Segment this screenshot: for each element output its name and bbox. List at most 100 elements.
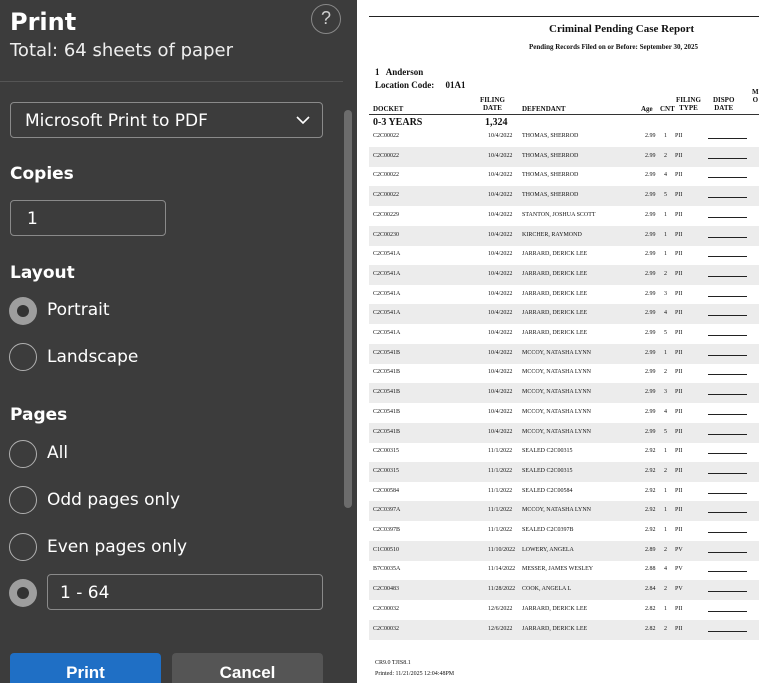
table-row: C2C0541A 10/4/2022 JARRARD, DERICK LEE 2.99… — [369, 304, 759, 325]
row-type: PII — [675, 211, 683, 218]
page-range-input[interactable]: 1 - 64 — [47, 574, 323, 610]
row-age: 2.82 — [645, 625, 656, 632]
row-date: 10/4/2022 — [488, 349, 513, 356]
header-filing-type-line2: TYPE — [679, 104, 698, 112]
location-heading: 1 Anderson — [375, 67, 423, 77]
row-defendant: MCCOY, NATASHA LYNN — [522, 507, 591, 514]
row-cnt: 1 — [664, 487, 667, 494]
row-age: 2.92 — [645, 527, 656, 533]
landscape-radio[interactable] — [9, 343, 37, 371]
table-row: C2C0541A 10/4/2022 JARRARD, DERICK LEE 2.99… — [369, 324, 759, 344]
dispo-date-blank-line — [708, 374, 747, 376]
odd-pages-label: Odd pages only — [47, 490, 181, 510]
row-cnt: 5 — [664, 192, 667, 199]
row-age: 2.99 — [645, 428, 656, 435]
header-next-line2: O — [752, 96, 759, 104]
printer-select[interactable]: Microsoft Print to PDF — [10, 102, 323, 138]
row-cnt: 2 — [664, 586, 667, 593]
row-cnt: 4 — [664, 310, 667, 317]
row-type: PII — [675, 251, 683, 258]
dispo-date-blank-line — [708, 275, 747, 277]
row-age: 2.92 — [645, 448, 656, 455]
row-date: 11/1/2022 — [488, 448, 513, 455]
table-row: C2C0397B 11/1/2022 SEALED C2C0397B 2.92 1 PII — [369, 521, 759, 541]
row-age: 2.92 — [645, 487, 656, 494]
row-cnt: 2 — [664, 152, 667, 159]
row-defendant: THOMAS, SHERROD — [522, 152, 579, 159]
row-type: PV — [675, 566, 683, 573]
row-type: PII — [675, 625, 683, 632]
row-defendant: COOK, ANGELA L — [522, 586, 572, 593]
even-pages-radio[interactable] — [9, 533, 37, 561]
row-age: 2.92 — [645, 467, 656, 474]
dispo-date-blank-line — [708, 551, 747, 553]
row-age: 2.99 — [645, 152, 656, 159]
row-docket: C1C00510 — [373, 546, 400, 553]
portrait-label: Portrait — [47, 300, 110, 320]
row-cnt: 5 — [664, 428, 667, 435]
table-row: C2C0541B 10/4/2022 MCCOY, NATASHA LYNN 2.99… — [369, 363, 759, 383]
row-date: 12/6/2022 — [488, 605, 513, 612]
row-docket: C2C0541A — [373, 251, 401, 258]
row-docket: C2C00229 — [373, 211, 400, 218]
row-type: PII — [675, 408, 683, 415]
table-row: C2C00315 11/1/2022 SEALED C2C00315 2.92 1 PII — [369, 442, 759, 462]
header-filing-type: FILING TYPE — [676, 96, 701, 112]
row-age: 2.99 — [645, 211, 656, 218]
divider — [0, 81, 343, 82]
copies-label: Copies — [10, 164, 74, 184]
row-age: 2.88 — [645, 566, 656, 573]
even-pages-label: Even pages only — [47, 537, 188, 557]
row-date: 10/4/2022 — [488, 408, 513, 415]
row-age: 2.99 — [645, 251, 656, 258]
dispo-date-blank-line — [708, 591, 747, 593]
dispo-date-blank-line — [708, 335, 747, 336]
row-defendant: KIRCHER, RAYMOND — [522, 231, 582, 238]
portrait-radio[interactable] — [9, 297, 37, 325]
row-defendant: MCCOY, NATASHA LYNN — [522, 408, 591, 415]
table-row: C2C00032 12/6/2022 JARRARD, DERICK LEE 2.82… — [369, 600, 759, 620]
header-age: Age — [641, 105, 653, 113]
dispo-date-blank-line — [708, 256, 747, 258]
row-type: PII — [675, 330, 683, 336]
row-type: PII — [675, 467, 683, 474]
cancel-button[interactable]: Cancel — [172, 653, 323, 683]
row-type: PII — [675, 349, 683, 356]
table-row: C2C00229 10/4/2022 STANTON, JOSHUA SCOTT 2.… — [369, 206, 759, 226]
printer-select-value: Microsoft Print to PDF — [25, 111, 208, 131]
row-cnt: 1 — [664, 507, 667, 514]
row-date: 11/1/2022 — [488, 507, 513, 514]
row-cnt: 2 — [664, 467, 667, 474]
row-date: 10/4/2022 — [488, 172, 513, 179]
row-docket: C2C0397B — [373, 527, 401, 533]
pages-all-radio[interactable] — [9, 440, 37, 468]
row-type: PII — [675, 448, 683, 455]
help-button[interactable]: ? — [311, 4, 341, 34]
dispo-date-blank-line — [708, 177, 747, 179]
print-button[interactable]: Print — [10, 653, 161, 683]
table-row: C2C0541A 10/4/2022 JARRARD, DERICK LEE 2.99… — [369, 245, 759, 265]
row-cnt: 1 — [664, 251, 667, 258]
row-cnt: 1 — [664, 527, 667, 533]
table-row: C2C0397A 11/1/2022 MCCOY, NATASHA LYNN 2.92… — [369, 501, 759, 522]
row-docket: C2C0541A — [373, 310, 401, 317]
panel-scrollbar-thumb[interactable] — [344, 110, 352, 508]
row-cnt: 2 — [664, 270, 667, 277]
header-filing-date-line1: FILING — [480, 96, 505, 104]
row-age: 2.99 — [645, 330, 656, 336]
page-range-value: 1 - 64 — [60, 583, 110, 603]
page-range-radio[interactable] — [9, 579, 37, 607]
panel-title: Print — [10, 8, 77, 36]
row-type: PII — [675, 133, 683, 139]
row-date: 11/1/2022 — [488, 487, 513, 494]
row-docket: C2C00230 — [373, 231, 400, 238]
odd-pages-radio[interactable] — [9, 486, 37, 514]
row-defendant: JARRARD, DERICK LEE — [522, 290, 588, 297]
header-defendant: DEFENDANT — [522, 105, 566, 113]
header-cnt: CNT — [660, 105, 675, 113]
row-type: PII — [675, 507, 683, 514]
row-age: 2.99 — [645, 192, 656, 199]
header-filing-date-line2: DATE — [482, 104, 502, 112]
copies-input[interactable]: 1 — [10, 200, 166, 236]
header-dispo-date-line2: DATE — [714, 104, 734, 112]
